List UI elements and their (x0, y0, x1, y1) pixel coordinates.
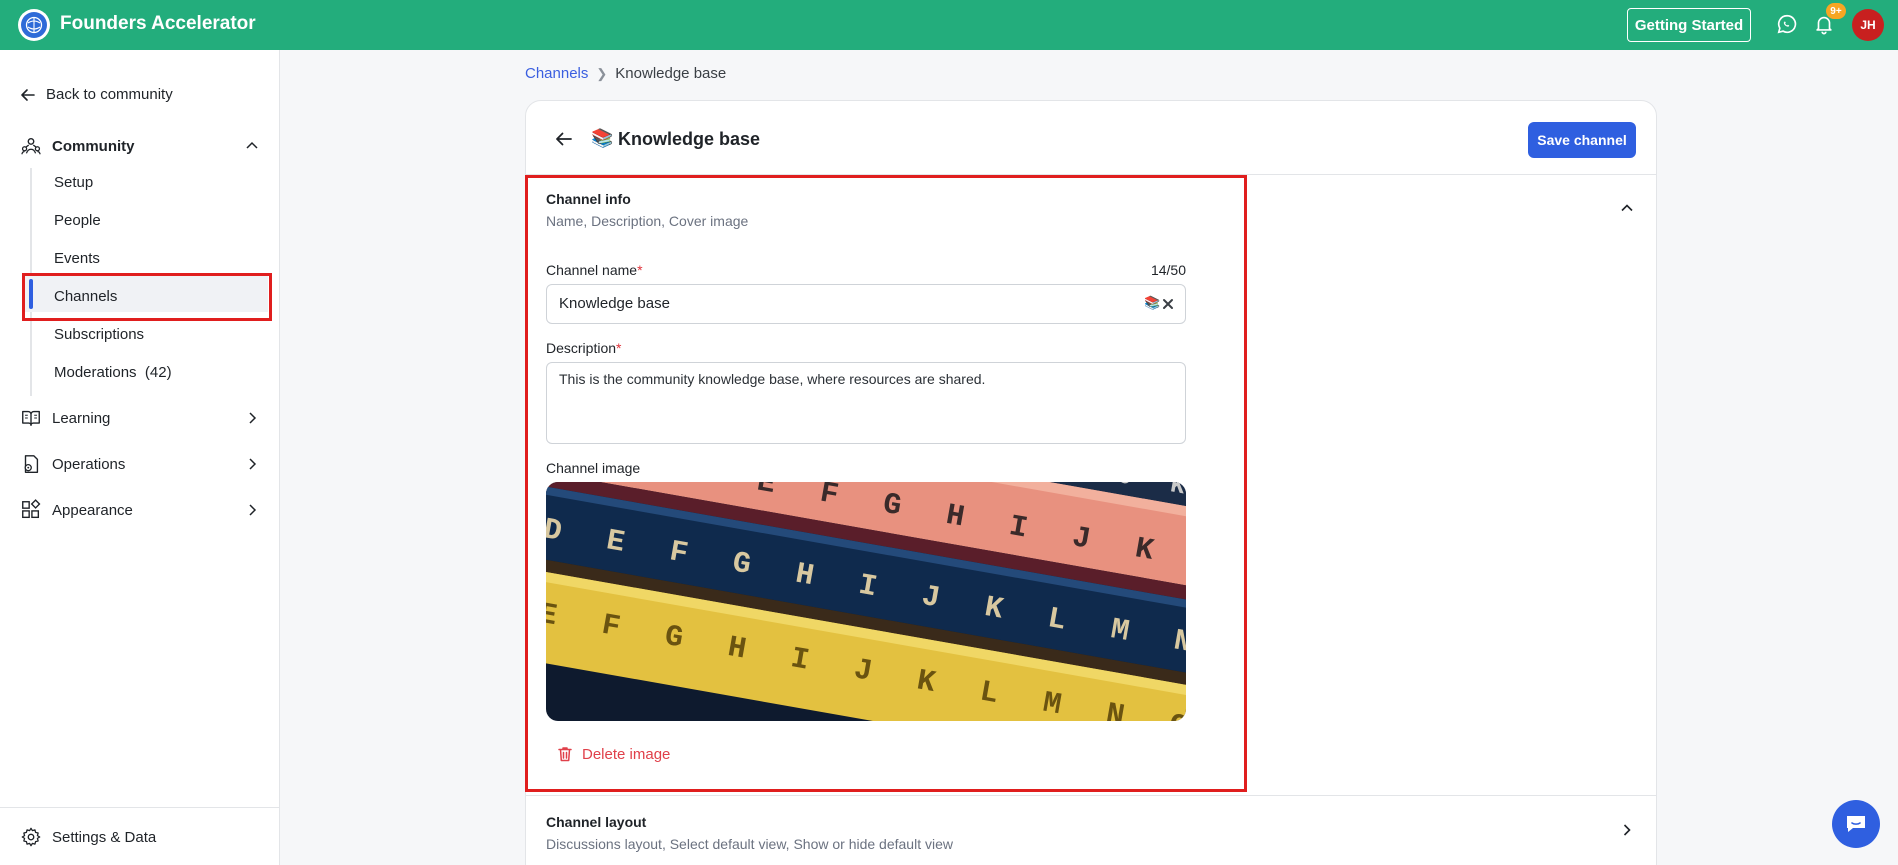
description-label: Description* (546, 340, 621, 356)
card-header: 📚 Knowledge base Save channel (526, 101, 1656, 175)
getting-started-button[interactable]: Getting Started (1627, 8, 1751, 42)
arrow-left-icon (21, 88, 35, 101)
support-chat-button[interactable] (1832, 800, 1880, 848)
pencils-cover-image: D E F G H I J K B C D E F G H I J K D E … (546, 482, 1186, 721)
sidebar-section-community-label: Community (52, 137, 135, 155)
sidebar-active-indicator (29, 279, 33, 309)
save-channel-button[interactable]: Save channel (1528, 122, 1636, 158)
chevron-up-icon (246, 141, 258, 149)
sidebar-section-learning-label: Learning (52, 409, 111, 427)
notification-badge: 9+ (1826, 3, 1846, 19)
channel-layout-subtitle: Discussions layout, Select default view,… (546, 836, 953, 852)
brand-logo[interactable] (18, 9, 50, 41)
grid-icon (22, 499, 41, 519)
chevron-right-icon (249, 458, 257, 470)
breadcrumb-current: Knowledge base (615, 65, 727, 82)
sidebar-section-community[interactable]: Community (20, 135, 260, 157)
breadcrumb: Channels ❯ Knowledge base (525, 65, 726, 82)
brand-name[interactable]: Founders Accelerator (60, 13, 256, 35)
books-emoji-icon: 📚 (591, 128, 614, 148)
sidebar-item-events[interactable]: Events (54, 250, 100, 267)
globe-icon (21, 12, 47, 38)
user-avatar[interactable]: JH (1852, 9, 1884, 41)
back-to-community-link[interactable]: Back to community (20, 86, 173, 103)
sidebar-item-setup[interactable]: Setup (54, 174, 93, 191)
sidebar-section-operations[interactable]: Operations (20, 453, 260, 475)
back-to-community-label: Back to community (46, 86, 173, 103)
section-divider (526, 795, 1656, 796)
moderations-label: Moderations (54, 364, 137, 381)
close-icon[interactable] (1161, 297, 1175, 311)
sidebar: Back to community Community Setup People… (0, 50, 280, 865)
sidebar-item-channels[interactable]: Channels (54, 288, 117, 305)
chevron-up-icon[interactable] (1618, 199, 1636, 217)
emoji-picker-icon[interactable]: 📚 (1144, 295, 1160, 311)
sidebar-section-appearance-label: Appearance (52, 501, 133, 519)
chat-bubble-icon[interactable] (1776, 13, 1800, 37)
channel-name-value: Knowledge base (559, 295, 670, 312)
channel-info-subtitle: Name, Description, Cover image (546, 213, 749, 229)
chevron-right-icon: ❯ (596, 65, 608, 81)
description-value: This is the community knowledge base, wh… (559, 371, 986, 387)
chevron-right-icon[interactable] (1618, 821, 1636, 839)
moderations-count: (42) (144, 364, 172, 381)
book-icon (22, 410, 40, 427)
top-bar: Founders Accelerator Getting Started 9+ … (0, 0, 1898, 50)
sidebar-item-subscriptions[interactable]: Subscriptions (54, 326, 144, 343)
delete-image-button[interactable]: Delete image (556, 745, 670, 763)
description-label-text: Description (546, 340, 617, 356)
chevron-right-icon (249, 504, 257, 516)
trash-icon (558, 747, 572, 762)
community-icon (21, 137, 41, 155)
channel-edit-card: 📚 Knowledge base Save channel Channel in… (525, 100, 1657, 865)
channel-name-input[interactable]: Knowledge base 📚 (546, 284, 1186, 324)
arrow-left-icon[interactable] (554, 129, 574, 149)
channel-info-title[interactable]: Channel info (546, 191, 631, 207)
page-title: Knowledge base (618, 129, 761, 149)
sidebar-section-learning[interactable]: Learning (20, 407, 260, 429)
delete-image-label: Delete image (582, 745, 671, 763)
chevron-right-icon (249, 412, 257, 424)
sidebar-settings-data[interactable]: Settings & Data (20, 826, 260, 848)
sidebar-section-appearance[interactable]: Appearance (20, 499, 260, 521)
channel-image-label: Channel image (546, 460, 641, 476)
channel-name-counter: 14/50 (1150, 262, 1186, 278)
description-textarea[interactable]: This is the community knowledge base, wh… (546, 362, 1186, 444)
sidebar-item-people[interactable]: People (54, 212, 101, 229)
operations-icon (24, 455, 39, 473)
channel-layout-title[interactable]: Channel layout (546, 814, 646, 830)
channel-cover-image[interactable]: D E F G H I J K B C D E F G H I J K D E … (546, 482, 1186, 721)
required-mark: * (616, 340, 622, 356)
chat-icon (1847, 816, 1865, 832)
sidebar-section-operations-label: Operations (52, 455, 126, 473)
sidebar-item-moderations[interactable]: Moderations (42) (54, 364, 172, 381)
breadcrumb-channels-link[interactable]: Channels (525, 65, 588, 82)
gear-icon (21, 827, 41, 847)
settings-data-label: Settings & Data (52, 828, 157, 846)
sidebar-divider (0, 807, 280, 808)
